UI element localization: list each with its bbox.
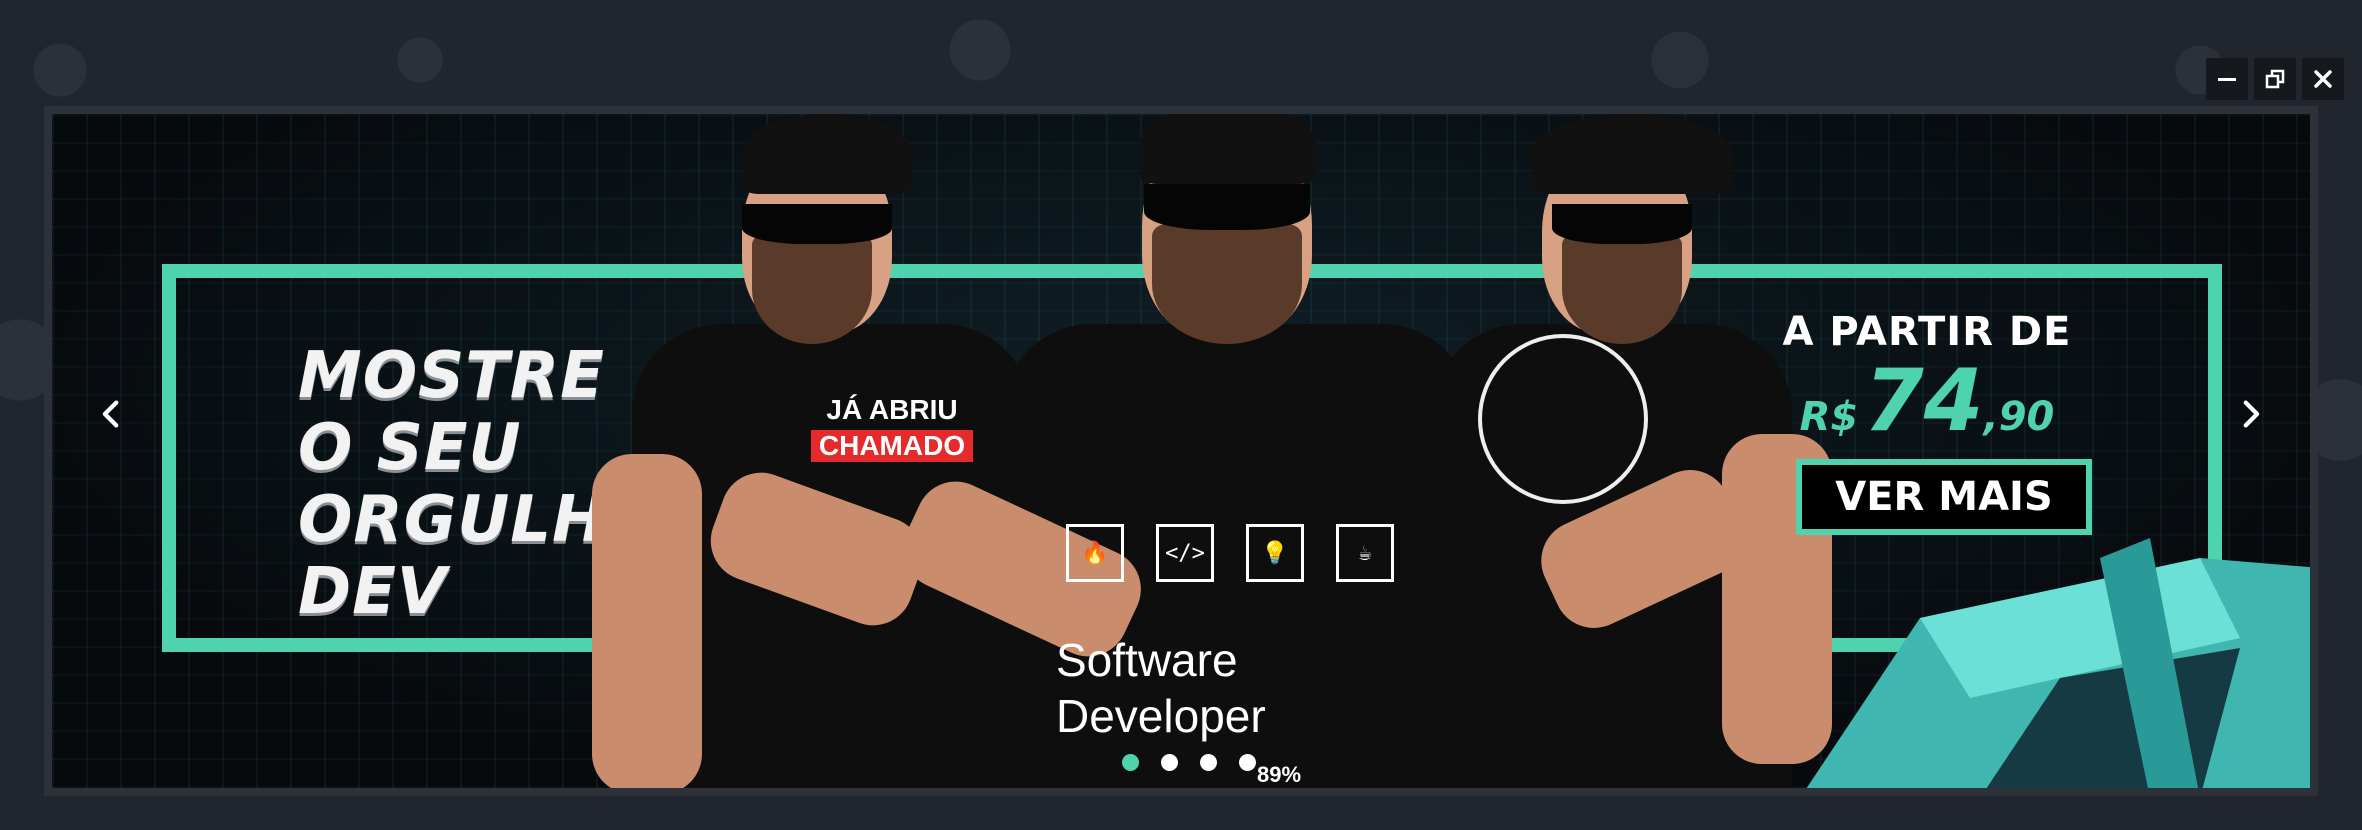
promo-banner[interactable]: MOSTRE O SEU ORGULHO DEV JÁ ABRIU CHAMAD… — [44, 106, 2318, 796]
minimize-button[interactable] — [2206, 58, 2248, 100]
carousel-dot[interactable] — [1122, 754, 1139, 771]
restore-button[interactable] — [2254, 58, 2296, 100]
shirt-stat-label: TIRED — [1246, 786, 1312, 789]
price-block: A PARTIR DE R$ 74,90 — [1742, 309, 2112, 444]
price-cents: ,90 — [1983, 394, 2055, 440]
close-button[interactable] — [2302, 58, 2344, 100]
carousel-prev-button[interactable] — [82, 384, 142, 444]
shirt-icon-row: 🔥 </> 💡 ☕ — [1066, 524, 1394, 582]
lightbulb-icon: 💡 — [1246, 524, 1304, 582]
close-icon — [2314, 70, 2332, 88]
carousel-dot[interactable] — [1200, 754, 1217, 771]
models-photo: JÁ ABRIU CHAMADO 🔥 </> 💡 ☕ Software Deve… — [592, 114, 1852, 789]
shirt-title: Software Developer — [1056, 632, 1356, 744]
fire-icon: 🔥 — [1066, 524, 1124, 582]
chevron-right-icon — [2243, 400, 2260, 428]
price-lead: A PARTIR DE — [1782, 309, 2072, 355]
price: R$ 74,90 — [1742, 358, 2112, 444]
shirt-title-line1: Software — [1056, 634, 1238, 686]
shirt-slogan-left: JÁ ABRIU CHAMADO — [782, 394, 1002, 462]
shirt-slogan-line2: CHAMADO — [810, 430, 974, 462]
coffee-icon: ☕ — [1336, 524, 1394, 582]
carousel-next-button[interactable] — [2220, 384, 2280, 444]
minimize-icon — [2218, 78, 2236, 81]
go-horse-logo — [1478, 334, 1648, 504]
restore-icon — [2265, 69, 2285, 89]
price-integer: 74 — [1863, 351, 1984, 451]
carousel-dot[interactable] — [1239, 754, 1256, 771]
price-currency: R$ — [1799, 394, 1859, 440]
carousel-dot[interactable] — [1161, 754, 1178, 771]
code-icon: </> — [1156, 524, 1214, 582]
shirt-title-line2: Developer — [1056, 690, 1266, 742]
chevron-left-icon — [102, 400, 119, 428]
carousel-dots — [1122, 754, 1256, 771]
shirt-slogan-line1: JÁ ABRIU — [826, 394, 958, 425]
window-controls — [2206, 58, 2344, 100]
decorative-3d-shape — [1806, 538, 2310, 788]
